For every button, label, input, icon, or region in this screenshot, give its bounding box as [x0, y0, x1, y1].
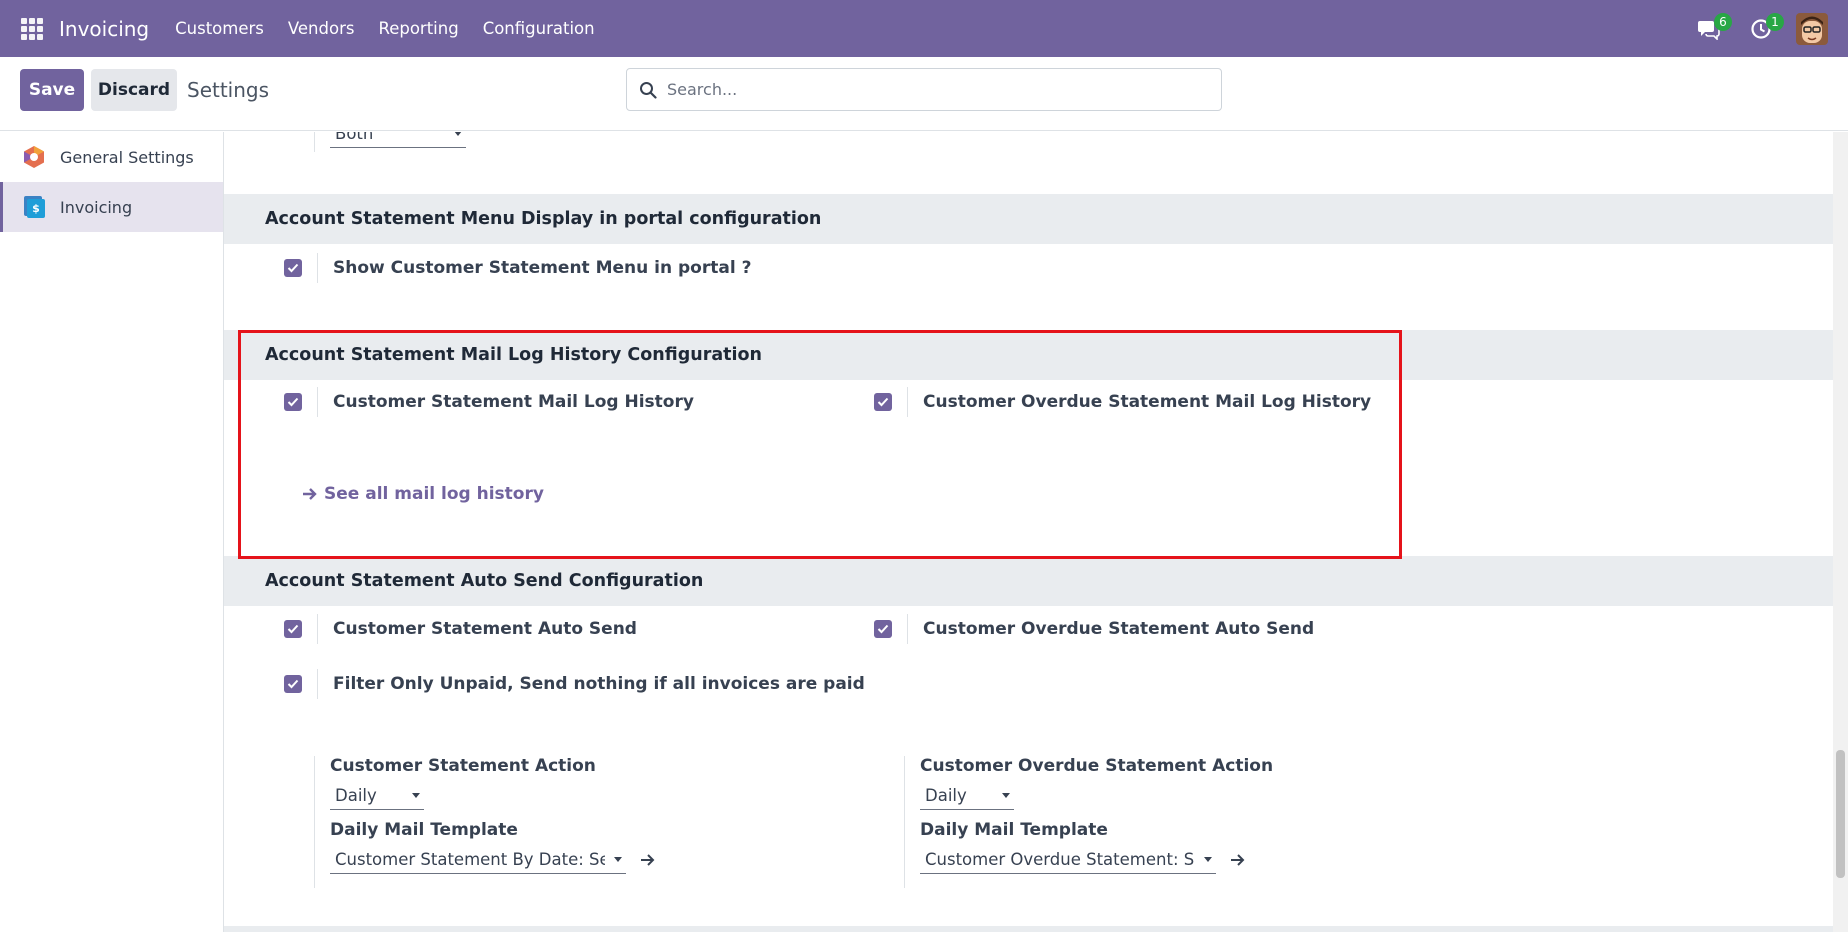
page-title: Settings: [187, 78, 270, 102]
sidebar-item-general-settings[interactable]: General Settings: [0, 132, 223, 182]
section-header-portal-menu: Account Statement Menu Display in portal…: [224, 194, 1833, 244]
sidebar-item-label: Invoicing: [60, 197, 133, 217]
invoicing-icon: $: [24, 196, 45, 218]
overdue-statement-action-block: Customer Overdue Statement Action Daily …: [904, 756, 1273, 888]
search-box[interactable]: [626, 68, 1222, 111]
setting-label: Customer Statement Mail Log History: [333, 392, 694, 412]
setting-label: Filter Only Unpaid, Send nothing if all …: [333, 674, 865, 694]
chevron-down-icon: [454, 132, 462, 136]
see-all-mail-log-link[interactable]: See all mail log history: [302, 484, 544, 504]
top-navbar: Invoicing Customers Vendors Reporting Co…: [0, 0, 1848, 57]
customer-statement-auto-send-checkbox[interactable]: [284, 620, 302, 638]
portal-menu-option-block: Both: [314, 132, 466, 152]
sidebar-item-label: General Settings: [60, 147, 194, 167]
setting-label: Customer Overdue Statement Mail Log Hist…: [923, 392, 1372, 412]
portal-menu-select[interactable]: Both: [330, 132, 466, 148]
checkmark-icon: [287, 624, 299, 634]
main-menu: Customers Vendors Reporting Configuratio…: [163, 19, 606, 38]
chevron-down-icon: [614, 857, 622, 862]
menu-vendors[interactable]: Vendors: [276, 19, 367, 38]
field-title: Customer Statement Action: [330, 756, 596, 776]
setting-label: Customer Statement Auto Send: [333, 619, 637, 639]
app-name[interactable]: Invoicing: [59, 17, 149, 41]
general-settings-icon: [24, 146, 44, 168]
select-value: Daily: [335, 786, 377, 805]
discard-button[interactable]: Discard: [91, 69, 177, 111]
show-statement-menu-checkbox[interactable]: [284, 259, 302, 277]
settings-sidebar: General Settings $ Invoicing: [0, 132, 224, 932]
section-header-mail-log: Account Statement Mail Log History Confi…: [224, 330, 1833, 380]
setting-overdue-statement-mail-log: Customer Overdue Statement Mail Log Hist…: [874, 387, 1371, 417]
menu-reporting[interactable]: Reporting: [366, 19, 470, 38]
overdue-statement-template-select[interactable]: Customer Overdue Statement: Send: [920, 846, 1216, 874]
overdue-statement-auto-send-checkbox[interactable]: [874, 620, 892, 638]
setting-overdue-statement-auto-send: Customer Overdue Statement Auto Send: [874, 614, 1314, 644]
field-title: Daily Mail Template: [330, 820, 518, 840]
section-header-auto-send: Account Statement Auto Send Configuratio…: [224, 556, 1833, 606]
menu-customers[interactable]: Customers: [163, 19, 276, 38]
field-title: Daily Mail Template: [920, 820, 1108, 840]
search-icon: [640, 81, 657, 99]
messages-button[interactable]: 6: [1692, 12, 1732, 46]
arrow-right-icon: [1231, 854, 1245, 866]
arrow-right-icon: [303, 488, 317, 500]
select-value: Customer Overdue Statement: Send: [925, 850, 1195, 869]
chevron-down-icon: [412, 793, 420, 798]
setting-customer-statement-auto-send: Customer Statement Auto Send: [284, 614, 637, 644]
navbar-systray: 6 1: [1692, 0, 1828, 57]
checkmark-icon: [877, 397, 889, 407]
overdue-statement-mail-log-checkbox[interactable]: [874, 393, 892, 411]
setting-filter-only-unpaid: Filter Only Unpaid, Send nothing if all …: [284, 669, 865, 699]
checkmark-icon: [287, 397, 299, 407]
setting-customer-statement-mail-log: Customer Statement Mail Log History: [284, 387, 694, 417]
filter-only-unpaid-checkbox[interactable]: [284, 675, 302, 693]
settings-content: Both Account Statement Menu Display in p…: [224, 132, 1833, 932]
setting-label: Show Customer Statement Menu in portal ?: [333, 258, 752, 278]
checkmark-icon: [877, 624, 889, 634]
save-button[interactable]: Save: [20, 69, 84, 111]
activities-count-badge: 1: [1766, 12, 1784, 31]
setting-show-customer-statement-menu: Show Customer Statement Menu in portal ?: [284, 253, 751, 283]
customer-statement-action-block: Customer Statement Action Daily Daily Ma…: [314, 756, 656, 888]
menu-configuration[interactable]: Configuration: [471, 19, 607, 38]
customer-statement-template-select[interactable]: Customer Statement By Date: Send: [330, 846, 626, 874]
link-label: See all mail log history: [324, 484, 544, 504]
control-panel: Save Discard Settings: [0, 57, 1848, 131]
checkmark-icon: [287, 263, 299, 273]
apps-menu-icon[interactable]: [21, 17, 43, 40]
checkmark-icon: [287, 679, 299, 689]
customer-statement-mail-log-checkbox[interactable]: [284, 393, 302, 411]
user-avatar[interactable]: [1796, 12, 1828, 45]
select-value: Daily: [925, 786, 967, 805]
field-title: Customer Overdue Statement Action: [920, 756, 1274, 776]
svg-text:$: $: [32, 202, 40, 215]
search-input[interactable]: [667, 80, 1207, 99]
overdue-statement-action-select[interactable]: Daily: [920, 782, 1014, 810]
messages-count-badge: 6: [1714, 12, 1732, 31]
scrollbar-thumb[interactable]: [1836, 750, 1845, 878]
setting-label: Customer Overdue Statement Auto Send: [923, 619, 1315, 639]
chevron-down-icon: [1204, 857, 1212, 862]
open-template-button[interactable]: [640, 853, 656, 867]
open-template-button[interactable]: [1230, 853, 1246, 867]
select-value: Both: [335, 132, 374, 143]
next-section-header: [224, 926, 1833, 932]
activities-button[interactable]: 1: [1744, 12, 1784, 46]
sidebar-item-invoicing[interactable]: $ Invoicing: [0, 182, 223, 232]
select-value: Customer Statement By Date: Send: [335, 850, 605, 869]
customer-statement-action-select[interactable]: Daily: [330, 782, 424, 810]
chevron-down-icon: [1002, 793, 1010, 798]
arrow-right-icon: [641, 854, 655, 866]
